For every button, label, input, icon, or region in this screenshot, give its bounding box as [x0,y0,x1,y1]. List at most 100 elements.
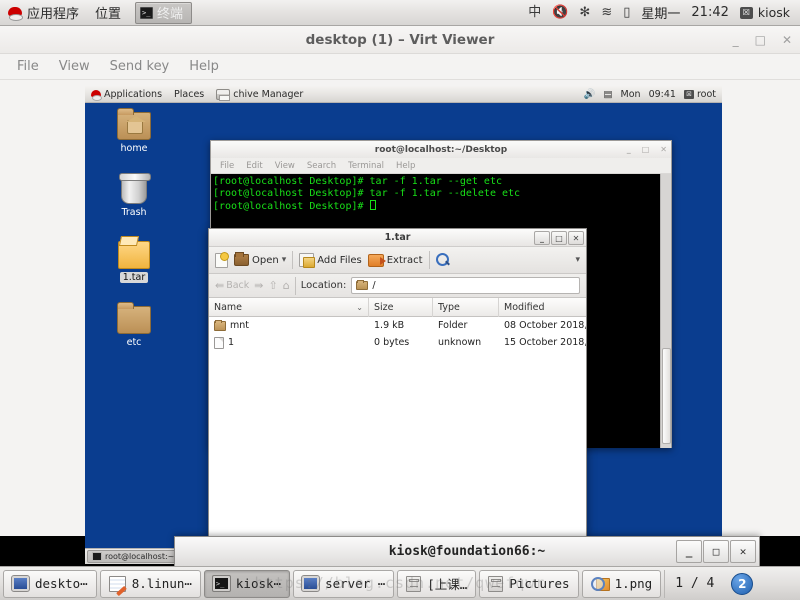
extract-button[interactable]: Extract [367,253,423,267]
panel-clock[interactable]: 21:42 [691,5,728,20]
places-menu-label: 位置 [95,7,122,22]
desktop-icon-1-tar[interactable]: 1.tar [103,241,165,284]
host-terminal-window-controls: _ □ ✕ [676,540,756,563]
menu-edit[interactable]: Edit [241,160,267,172]
extract-icon [367,253,386,267]
menu-help[interactable]: Help [391,160,420,172]
menu-send-key[interactable]: Send key [101,56,179,77]
bluetooth-icon[interactable]: ✻ [579,6,590,19]
desktop-icon-etc[interactable]: etc [103,302,165,349]
toolbar-separator [292,251,294,269]
network-icon[interactable]: ▤ [604,89,613,100]
new-archive-button[interactable] [215,251,229,268]
column-header-size[interactable]: Size [369,297,433,317]
archive-manager-toolbar: Open ▾ Add Files Extract ▾ [209,247,586,274]
taskbar-button-desktop[interactable]: deskto⋯ [3,569,97,598]
workspace-pager[interactable]: 1 / 4 [664,569,724,598]
vm-applications-menu[interactable]: Applications [85,89,168,101]
input-method-indicator[interactable]: 中 [528,6,541,19]
taskbar-button-server[interactable]: server ⋯ [293,569,395,598]
table-row[interactable]: mnt 1.9 kB Folder 08 October 2018, ... [209,317,586,334]
menu-search[interactable]: Search [302,160,341,172]
back-button[interactable]: ⇚ Back [215,279,249,292]
location-label: Location: [300,280,347,291]
vm-terminal-titlebar[interactable]: root@localhost:~/Desktop _ □ ✕ [211,141,671,158]
archive-manager-titlebar[interactable]: 1.tar _ □ ✕ [209,229,586,247]
desktop-icon-home[interactable]: home [103,108,165,155]
host-terminal-window[interactable]: kiosk@foundation66:~ _ □ ✕ [174,536,760,566]
menu-file[interactable]: File [215,160,239,172]
terminal-scrollbar-thumb[interactable] [662,348,671,444]
taskbar-button-kiosk[interactable]: >_ kiosk⋯ [203,569,291,598]
table-row[interactable]: 1 0 bytes unknown 15 October 2018, ... [209,334,586,351]
close-button[interactable]: ✕ [568,231,584,245]
minimize-button[interactable]: _ [676,540,702,563]
minimize-button[interactable]: _ [733,33,739,47]
column-header-type[interactable]: Type [433,297,499,317]
close-button[interactable]: ✕ [730,540,756,563]
location-input[interactable]: / [351,277,580,294]
desktop-icon-trash[interactable]: Trash [103,173,165,219]
chevron-down-icon[interactable]: ▾ [282,255,287,265]
volume-muted-icon[interactable]: 🔇 [552,6,568,19]
user-menu[interactable]: ☒ kiosk [739,5,790,20]
menu-terminal[interactable]: Terminal [343,160,389,172]
close-button[interactable]: ✕ [782,33,792,47]
taskbar-button-shangke[interactable]: [上课… [397,569,477,598]
host-terminal-titlebar[interactable]: kiosk@foundation66:~ _ □ ✕ [175,537,759,566]
maximize-button[interactable]: □ [642,145,650,154]
row-size: 1.9 kB [374,320,405,331]
menu-view[interactable]: View [270,160,300,172]
taskbar-button-8-linux[interactable]: 8.linun⋯ [99,569,201,598]
places-menu[interactable]: 位置 [87,0,129,26]
up-button[interactable]: ⇧ [269,279,278,292]
vm-active-app[interactable]: chive Manager [210,88,309,101]
wifi-icon[interactable]: ≋ [601,6,612,19]
vm-user-menu[interactable]: ☒ root [683,89,716,100]
maximize-button[interactable]: □ [755,33,766,47]
vm-top-panel: Applications Places chive Manager 🔊 ▤ Mo… [85,86,722,103]
maximize-button[interactable]: □ [703,540,729,563]
home-button[interactable]: ⌂ [283,279,290,292]
forward-button[interactable]: ⇛ [254,279,263,292]
vm-terminal-title: root@localhost:~/Desktop [374,144,508,155]
notepad-icon [108,575,126,592]
taskbar-button-label: 8.linun⋯ [131,576,192,591]
vm-panel-clock[interactable]: 09:41 [649,89,676,100]
taskbar-button-1-png[interactable]: 1.png [581,569,662,598]
user-icon: ☒ [683,89,694,99]
archive-manager-window-controls: _ □ ✕ [534,231,584,245]
virt-viewer-window-controls: _ □ ✕ [733,26,792,54]
workspace-badge[interactable]: 2 [731,572,754,595]
menu-view[interactable]: View [50,56,99,77]
vm-places-label: Places [174,88,205,100]
volume-icon[interactable]: 🔊 [584,89,596,100]
menu-file[interactable]: File [8,56,48,77]
add-files-button[interactable]: Add Files [299,253,362,268]
close-button[interactable]: ✕ [660,145,667,154]
window-list-button-label: 终端 [157,7,184,22]
toolbar-overflow-chevron-down-icon[interactable]: ▾ [575,255,580,265]
vm-places-menu[interactable]: Places [168,89,210,100]
archive-file-list[interactable]: mnt 1.9 kB Folder 08 October 2018, ... 1… [209,317,586,539]
redhat-logo-icon [91,89,102,101]
archive-manager-icon [216,88,231,101]
column-header-modified[interactable]: Modified [499,298,586,317]
minimize-button[interactable]: _ [627,145,631,154]
taskbar-button-pictures[interactable]: Pictures [479,569,579,598]
menu-help[interactable]: Help [180,56,228,77]
applications-menu[interactable]: 应用程序 [0,0,87,26]
battery-charging-icon[interactable]: ▯ [623,6,630,19]
archive-manager-title: 1.tar [384,232,411,243]
archive-manager-window[interactable]: 1.tar _ □ ✕ Open ▾ Add Files Extract ▾ ⇚… [208,228,587,539]
search-button[interactable] [435,253,450,267]
terminal-line: [root@localhost Desktop]# [213,201,370,212]
archive-file-list-header: Name ⌄ Size Type Modified [209,297,586,317]
maximize-button[interactable]: □ [551,231,567,245]
window-list-button-terminal[interactable]: >_ 终端 [135,1,193,24]
column-header-name[interactable]: Name ⌄ [209,297,369,317]
minimize-button[interactable]: _ [534,231,550,245]
terminal-scrollbar[interactable] [660,174,671,448]
virt-viewer-titlebar[interactable]: desktop (1) – Virt Viewer _ □ ✕ [0,26,800,54]
open-archive-button[interactable]: Open ▾ [234,252,287,266]
